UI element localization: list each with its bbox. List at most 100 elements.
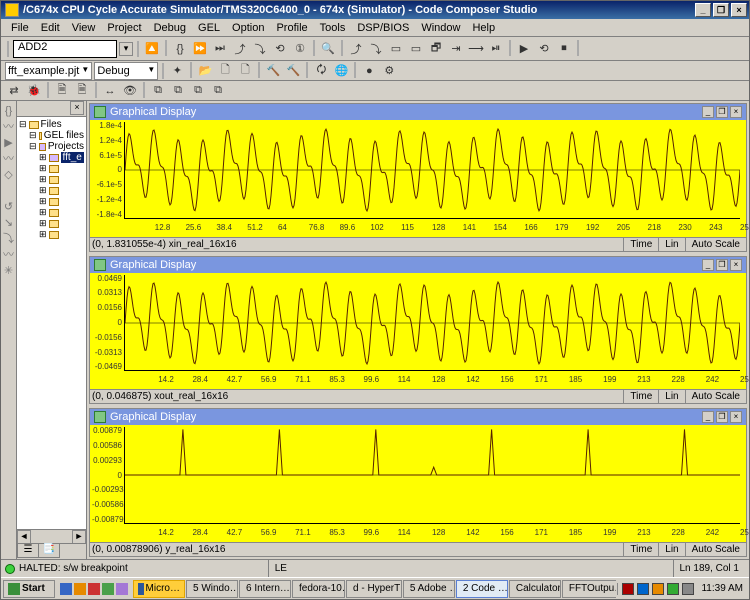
taskbar-task[interactable]: 5 Adobe …	[403, 580, 455, 598]
taskbar-task[interactable]: Micro…	[133, 580, 185, 598]
taskbar-task[interactable]: fedora-10…	[292, 580, 345, 598]
toolbar1-button-6[interactable]: ⤵	[251, 40, 269, 58]
graph-min-button[interactable]: _	[702, 106, 714, 118]
toolbar2-button-12[interactable]: ●	[360, 62, 378, 80]
sidestrip-icon-1[interactable]: 〰	[3, 121, 15, 133]
graph-autoscale[interactable]: Auto Scale	[685, 238, 746, 251]
taskbar-task[interactable]: d - HyperT…	[346, 580, 402, 598]
project-combo[interactable]: fft_example.pjt	[5, 62, 92, 80]
menu-gel[interactable]: GEL	[192, 22, 226, 34]
menu-profile[interactable]: Profile	[270, 22, 313, 34]
graph-scale-mode[interactable]: Lin	[658, 543, 684, 556]
graph-plot[interactable]: 0.04690.03130.01560-0.0156-0.0313-0.0469…	[90, 273, 746, 390]
sidestrip-icon-2[interactable]: ▶	[3, 137, 15, 149]
graph-plot[interactable]: 1.8e-41.2e-46.1e-50-6.1e-5-1.2e-4-1.8e-4…	[90, 120, 746, 237]
menu-project[interactable]: Project	[101, 22, 147, 34]
toolbar3-button-0[interactable]: ⇄	[5, 82, 23, 100]
toolbar3-button-12[interactable]: ⧉	[209, 82, 227, 100]
graph-min-button[interactable]: _	[702, 411, 714, 423]
toolbar2-button-10[interactable]: 🌐	[332, 62, 350, 80]
graph-close-button[interactable]: ×	[730, 411, 742, 423]
tree-item[interactable]: ⊟GEL files	[19, 130, 84, 141]
toolbar2-button-0[interactable]: ✦	[168, 62, 186, 80]
toolbar2-button-3[interactable]: 🗋	[216, 62, 234, 80]
toolbar3-button-10[interactable]: ⧉	[169, 82, 187, 100]
toolbar1-button-15[interactable]: ▭	[407, 40, 425, 58]
graph-autoscale[interactable]: Auto Scale	[685, 543, 746, 556]
menu-dsp/bios[interactable]: DSP/BIOS	[351, 22, 415, 34]
tree-item[interactable]: ⊞	[19, 185, 84, 196]
tray-icon[interactable]	[652, 583, 664, 595]
sidestrip-icon-4[interactable]: ◇	[3, 169, 15, 181]
toolbar2-button-6[interactable]: 🔨	[264, 62, 282, 80]
menu-file[interactable]: File	[5, 22, 35, 34]
maximize-button[interactable]: ❐	[713, 3, 729, 17]
graph-domain-mode[interactable]: Time	[623, 543, 658, 556]
tray-icon[interactable]	[622, 583, 634, 595]
toolbar2-button-2[interactable]: 📂	[196, 62, 214, 80]
toolbar1-button-4[interactable]: ⏭	[211, 40, 229, 58]
tree-item[interactable]: ⊞fft_e	[19, 152, 84, 163]
taskbar-task[interactable]: 5 Windo…	[186, 580, 238, 598]
toolbar1-button-18[interactable]: ⟶	[467, 40, 485, 58]
graph-domain-mode[interactable]: Time	[623, 390, 658, 403]
tree-item[interactable]: ⊞	[19, 174, 84, 185]
graph-scale-mode[interactable]: Lin	[658, 238, 684, 251]
menu-window[interactable]: Window	[415, 22, 466, 34]
menu-help[interactable]: Help	[466, 22, 501, 34]
toolbar3-button-7[interactable]: 👁	[121, 82, 139, 100]
graph-scale-mode[interactable]: Lin	[658, 390, 684, 403]
graph-titlebar[interactable]: Graphical Display_❐×	[90, 409, 746, 425]
sidebar-close-icon[interactable]: ×	[70, 101, 84, 115]
sidestrip-icon-6[interactable]: ↺	[3, 201, 15, 213]
toolbar3-button-6[interactable]: ↔	[101, 82, 119, 100]
toolbar1-button-21[interactable]: ▶	[515, 40, 533, 58]
sidebar-tabs[interactable]: ☰📑	[17, 543, 86, 559]
sidestrip-icon-10[interactable]: ✳	[3, 265, 15, 277]
tray-icon[interactable]	[637, 583, 649, 595]
taskbar-task[interactable]: 2 Code …	[456, 580, 508, 598]
tree-item[interactable]: ⊞	[19, 196, 84, 207]
graph-domain-mode[interactable]: Time	[623, 238, 658, 251]
toolbar1-button-12[interactable]: ⤴	[347, 40, 365, 58]
toolbar1-button-19[interactable]: ⏯	[487, 40, 505, 58]
sidestrip-icon-7[interactable]: ↘	[3, 217, 15, 229]
toolbar1-button-17[interactable]: ⇥	[447, 40, 465, 58]
graph-close-button[interactable]: ×	[730, 259, 742, 271]
toolbar1-button-10[interactable]: 🔍	[319, 40, 337, 58]
menu-debug[interactable]: Debug	[148, 22, 192, 34]
start-button[interactable]: Start	[3, 580, 55, 598]
graph-plot[interactable]: 0.008790.005860.002930-0.00293-0.00586-0…	[90, 425, 746, 542]
toolbar1-button-22[interactable]: ⟲	[535, 40, 553, 58]
taskbar-task[interactable]: Calculator	[509, 580, 561, 598]
toolbar1-button-8[interactable]: ①	[291, 40, 309, 58]
tree-item[interactable]: ⊟Files	[19, 119, 84, 130]
sidestrip-icon-3[interactable]: 〰	[3, 153, 15, 165]
instruction-dropdown[interactable]: ▾	[119, 42, 133, 56]
toolbar2-button-9[interactable]: 🗘	[312, 62, 330, 80]
toolbar1-button-5[interactable]: ⤴	[231, 40, 249, 58]
toolbar1-button-2[interactable]: {}	[171, 40, 189, 58]
sidestrip-icon-0[interactable]: {}	[3, 105, 15, 117]
toolbar2-button-7[interactable]: 🔨	[284, 62, 302, 80]
graph-max-button[interactable]: ❐	[716, 259, 728, 271]
toolbar3-button-3[interactable]: 🗎	[53, 82, 71, 100]
graph-close-button[interactable]: ×	[730, 106, 742, 118]
graph-min-button[interactable]: _	[702, 259, 714, 271]
toolbar2-button-13[interactable]: ⚙	[380, 62, 398, 80]
instruction-combo[interactable]: ADD2	[13, 40, 117, 58]
menu-view[interactable]: View	[66, 22, 102, 34]
tree-item[interactable]: ⊟Projects	[19, 141, 84, 152]
toolbar1-button-16[interactable]: 🗗	[427, 40, 445, 58]
toolbar3-button-9[interactable]: ⧉	[149, 82, 167, 100]
toolbar1-button-13[interactable]: ⤵	[367, 40, 385, 58]
toolbar1-button-0[interactable]: 🔼	[143, 40, 161, 58]
menu-edit[interactable]: Edit	[35, 22, 66, 34]
project-tree[interactable]: ⊟Files⊟GEL files⊟Projects⊞fft_e⊞⊞⊞⊞⊞⊞⊞	[17, 117, 86, 529]
graph-titlebar[interactable]: Graphical Display_❐×	[90, 257, 746, 273]
tray-icon[interactable]	[682, 583, 694, 595]
toolbar3-button-4[interactable]: 🗎	[73, 82, 91, 100]
tree-item[interactable]: ⊞	[19, 218, 84, 229]
tree-item[interactable]: ⊞	[19, 163, 84, 174]
sidestrip-icon-5[interactable]	[3, 185, 15, 197]
